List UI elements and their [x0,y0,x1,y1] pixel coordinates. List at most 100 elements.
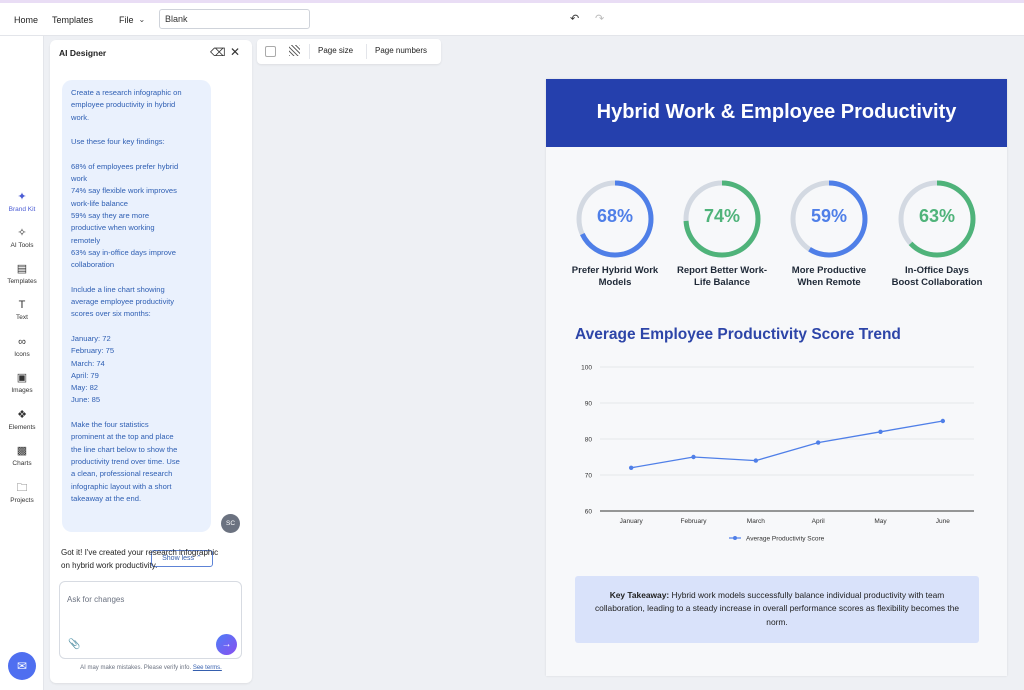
data-point [691,454,696,460]
y-tick-label: 70 [585,473,593,480]
redo-icon[interactable]: ↷ [595,12,604,25]
stat-caption: Prefer Hybrid Work Models [559,265,671,289]
data-point [753,458,759,463]
prompt-line: 59% say they are more [71,210,150,220]
file-menu-label: File [119,14,134,25]
rail-item-label: Templates [7,278,37,285]
stat-value: 63% [918,206,956,226]
see-terms-link[interactable]: See terms. [193,665,222,671]
x-tick-label: February [680,518,707,525]
prompt-line: work. [71,112,90,122]
y-tick-label: 100 [581,365,592,372]
ai-designer-panel: AI Designer ⌫ ✕ Create a research infogr… [50,40,252,683]
chart-title: Average Employee Productivity Score Tren… [575,326,901,343]
prompt-line [71,148,202,160]
reply-line: on hybrid work productivity. [61,560,158,570]
chevron-down-icon: ⌄ [138,15,146,24]
x-tick-label: April [812,518,826,525]
prompt-line: Make the four statistics [71,420,149,430]
ask-for-changes-input[interactable] [60,582,241,616]
prompt-line [71,407,202,419]
paperclip-icon[interactable]: 📎 [68,639,80,650]
line-chart: 60 70 80 90 100 January February March April May J… [581,365,974,542]
prompt-line: work [71,174,88,184]
prompt-text: Create a research infographic on employee… [71,87,202,505]
rail-item-projects[interactable]: 🗀 Projects [0,481,44,504]
data-point [940,418,946,424]
stat-value: 68% [596,206,634,226]
prompt-line: April: 79 [71,370,99,380]
page-numbers-button[interactable]: Page numbers [375,46,427,55]
prompt-line: takeaway at the end. [71,493,142,503]
rail-item-icons[interactable]: ∞ Icons [0,335,44,358]
x-tick-label: May [874,518,887,525]
rail-item-label: Projects [10,497,34,504]
page-header: Hybrid Work & Employee Productivity [546,79,1007,147]
text-icon: T [18,299,26,311]
y-tick-label: 90 [585,401,593,408]
chat-assistant-button[interactable]: ✉ [8,652,36,680]
prompt-line: average employee productivity [71,297,174,307]
stat-caption-line: In-Office Days [905,265,969,276]
ask-box: 📎 → [59,581,242,659]
rail-item-label: Images [11,387,33,394]
x-tick-label: June [936,518,950,525]
assistant-reply: Got it! I've created your research infog… [61,547,246,572]
sparkle-icon: ✧ [17,227,27,239]
rail-item-brand-kit[interactable]: ✦ Brand Kit [0,190,44,213]
rail-item-ai-tools[interactable]: ✧ AI Tools [0,226,44,249]
stat-caption-line: Life Balance [694,277,750,288]
home-link[interactable]: Home [14,3,38,36]
rail-item-label: Brand Kit [8,206,36,213]
rail-item-charts[interactable]: ▩ Charts [0,444,44,467]
prompt-line: productive when working [71,223,155,233]
prompt-line: 63% say in-office days improve [71,247,176,257]
undo-icon[interactable]: ↶ [570,12,579,25]
prompt-line [71,124,202,136]
file-menu[interactable]: File ⌄ [119,3,145,36]
templates-link[interactable]: Templates [52,3,93,36]
top-bar: Home Templates File ⌄ ↶ ↷ [0,0,1024,36]
chart-icon: ▩ [16,445,28,457]
disclaimer-text: AI may make mistakes. Please verify info… [80,665,192,671]
prompt-line: March: 74 [71,358,105,368]
rail-item-label: Icons [14,351,30,358]
user-prompt-bubble: Create a research infographic on employee… [62,80,213,567]
prompt-line [71,271,202,283]
document-name-input[interactable] [159,9,310,29]
page-size-button[interactable]: Page size [318,46,353,55]
stat-caption-line: Prefer Hybrid Work [571,265,659,276]
infographic-page[interactable]: Hybrid Work & Employee Productivity 68% P… [546,79,1007,676]
prompt-line: the line chart below to show the [71,444,178,454]
rail-item-images[interactable]: ▣ Images [0,371,44,394]
canvas-toolbar: Page size Page numbers [257,39,441,64]
divider [309,44,310,59]
avatar: SC [221,514,240,533]
image-icon: ▣ [16,372,28,384]
send-button[interactable]: → [216,634,237,655]
background-color-icon[interactable] [265,46,276,57]
stat-caption: More Productive When Remote [773,265,885,289]
key-takeaway: Key Takeaway: Hybrid work models success… [575,576,979,643]
prompt-line: work-life balance [71,198,128,208]
prompt-line: remotely [71,235,101,245]
stat-value: 74% [703,206,741,226]
prompt-line: productivity trend over time. Use [71,456,180,466]
elements-icon: ❖ [17,409,27,421]
legend-marker [733,536,737,540]
rail-item-elements[interactable]: ❖ Elements [0,408,44,431]
rail-item-templates[interactable]: ▤ Templates [0,262,44,285]
x-tick-label: March [747,518,765,525]
stat-value: 59% [810,206,848,226]
transparency-icon[interactable] [289,45,300,56]
close-icon[interactable]: ✕ [230,45,240,59]
left-rail: ✦ Brand Kit ✧ AI Tools ▤ Templates T Tex… [0,36,44,690]
prompt-line: 74% say flexible work improves [71,186,177,196]
stat-caption-line: Models [598,277,632,288]
eraser-icon[interactable]: ⌫ [210,46,226,59]
stat-caption: Report Better Work- Life Balance [666,265,778,289]
rail-item-text[interactable]: T Text [0,298,44,321]
chat-icon: ✉ [16,659,28,673]
disclaimer: AI may make mistakes. Please verify info… [50,665,252,671]
data-point [628,465,634,470]
